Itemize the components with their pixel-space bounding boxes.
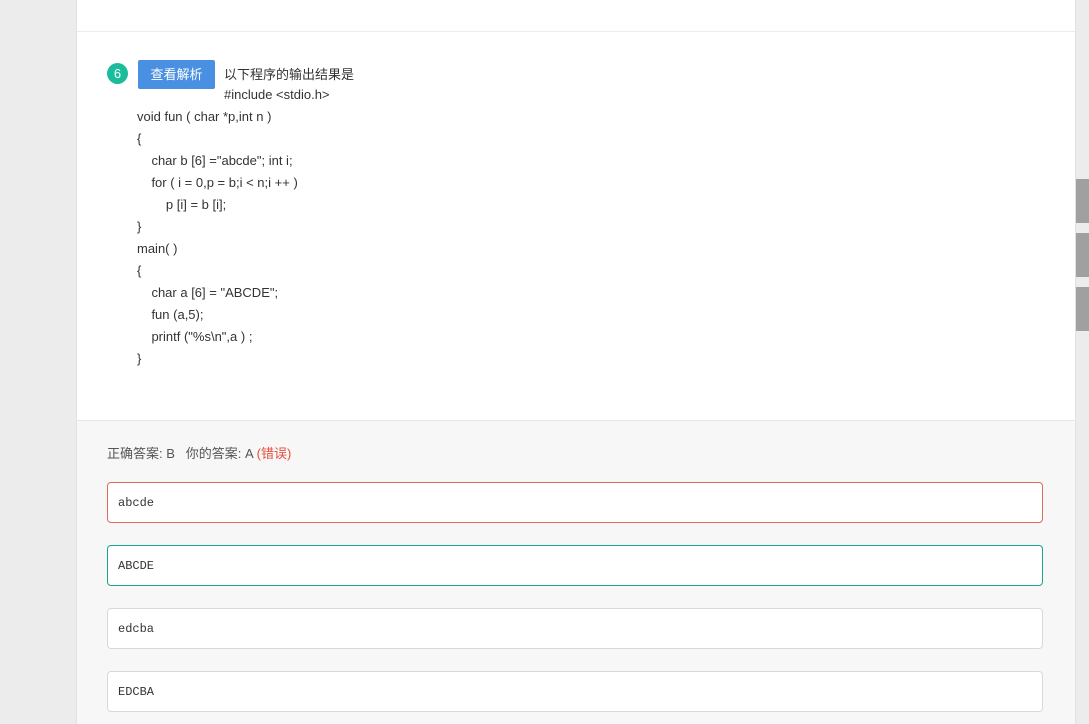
option-b[interactable]: ABCDE xyxy=(107,545,1043,586)
answer-status: 正确答案: B 你的答案: A (错误) xyxy=(107,443,291,462)
option-a[interactable]: abcde xyxy=(107,482,1043,523)
code-line: p [i] = b [i]; xyxy=(137,197,227,212)
your-answer-value: A xyxy=(245,446,253,461)
code-line: char b [6] ="abcde"; int i; xyxy=(137,153,293,168)
correct-answer-label: 正确答案: xyxy=(107,446,163,461)
option-d[interactable]: EDCBA xyxy=(107,671,1043,712)
view-analysis-button[interactable]: 查看解析 xyxy=(138,60,215,89)
code-line: fun (a,5); xyxy=(137,307,204,322)
side-scroll-tab[interactable] xyxy=(1076,233,1089,277)
side-scroll-tab[interactable] xyxy=(1076,179,1089,223)
code-line: for ( i = 0,p = b;i < n;i ++ ) xyxy=(137,175,298,190)
code-line: printf ("%s\n",a ) ; xyxy=(137,329,253,344)
result-badge: (错误) xyxy=(256,446,292,461)
code-line: char a [6] = "ABCDE"; xyxy=(137,285,279,300)
code-line: main( ) xyxy=(137,241,178,256)
correct-answer-value: B xyxy=(166,446,175,461)
code-line: } xyxy=(137,219,142,234)
code-line: } xyxy=(137,351,142,366)
option-c[interactable]: edcba xyxy=(107,608,1043,649)
your-answer-label: 你的答案: xyxy=(185,446,242,461)
code-line: void fun ( char *p,int n ) xyxy=(137,109,272,124)
question-card: 6 查看解析 以下程序的输出结果是 #include <stdio.h> voi… xyxy=(76,0,1076,724)
code-line: #include <stdio.h> xyxy=(224,87,330,102)
side-scroll-tab[interactable] xyxy=(1076,287,1089,331)
question-title: 以下程序的输出结果是 xyxy=(224,67,355,82)
previous-question-end xyxy=(77,0,1075,32)
code-line: { xyxy=(137,131,142,146)
question-number-badge: 6 xyxy=(107,63,128,84)
code-line: { xyxy=(137,263,142,278)
